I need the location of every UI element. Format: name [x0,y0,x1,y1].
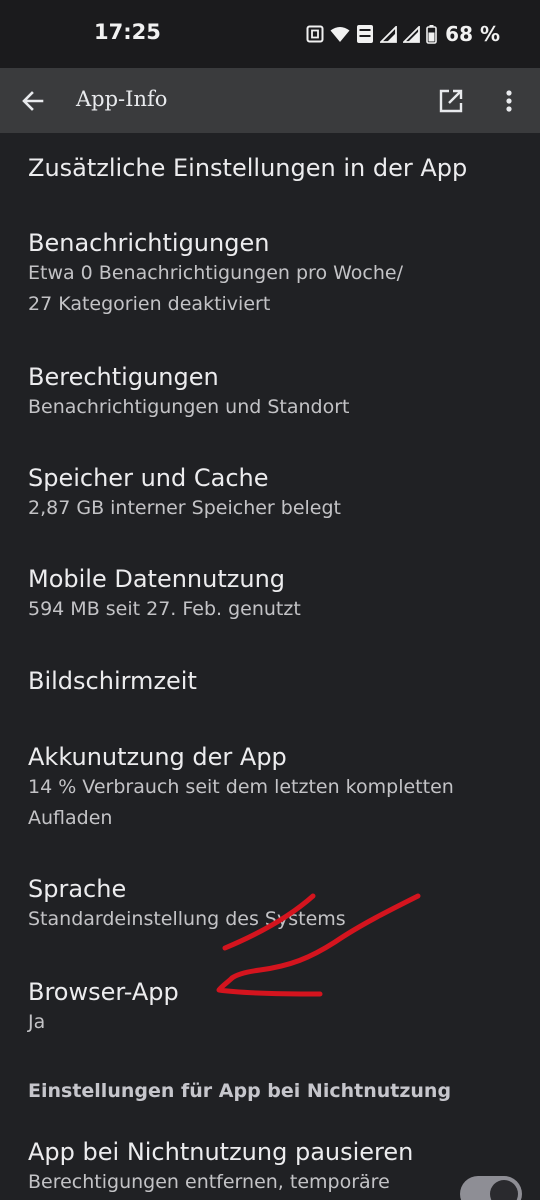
status-bar: 17:25 68 % [0,0,540,68]
back-arrow-icon [22,91,44,111]
app-bar: App-Info [0,68,540,133]
item-subtitle: Benachrichtigungen und Standort [28,396,350,418]
item-title: Bildschirmzeit [28,667,197,695]
item-title: Browser-App [28,978,179,1006]
section-header-unused-apps: Einstellungen für App bei Nichtnutzung [28,1080,452,1102]
more-vert-icon [506,90,512,112]
toggle-knob [490,1180,518,1200]
item-title: Mobile Datennutzung [28,565,286,593]
item-title: Zusätzliche Einstellungen in der App [28,154,468,182]
item-title: Berechtigungen [28,363,219,391]
nfc-icon [306,25,324,43]
item-title: Benachrichtigungen [28,229,270,257]
item-subtitle: Aufladen [28,807,113,829]
item-title: App bei Nichtnutzung pausieren [28,1138,414,1166]
item-subtitle: Ja [28,1011,46,1033]
item-subtitle: Etwa 0 Benachrichtigungen pro Woche/ [28,262,403,284]
back-button[interactable] [18,86,48,116]
signal-icon [380,25,398,43]
open-app-button[interactable] [436,86,466,116]
list-item-browser-app[interactable]: Browser-App Ja [28,977,520,1038]
volte-icon [357,25,374,43]
list-item-mobile-data[interactable]: Mobile Datennutzung 594 MB seit 27. Feb.… [28,564,520,625]
battery-percentage: 68 % [445,22,500,46]
more-options-button[interactable] [494,86,524,116]
item-subtitle: 594 MB seit 27. Feb. genutzt [28,598,301,620]
item-subtitle: Standardeinstellung des Systems [28,908,346,930]
item-title: Sprache [28,875,127,903]
wifi-icon [330,26,350,42]
page-title: App-Info [76,87,168,111]
item-subtitle: 2,87 GB interner Speicher belegt [28,497,342,519]
item-subtitle: Berechtigungen entfernen, temporäre [28,1171,390,1193]
item-subtitle: 27 Kategorien deaktiviert [28,293,271,315]
list-item-screen-time[interactable]: Bildschirmzeit [28,666,520,696]
open-external-icon [439,89,463,113]
status-time: 17:25 [94,20,161,44]
list-item-language[interactable]: Sprache Standardeinstellung des Systems [28,874,520,935]
status-icons: 68 % [306,22,500,46]
list-item-storage[interactable]: Speicher und Cache 2,87 GB interner Spei… [28,463,520,524]
signal-icon-2 [403,25,421,43]
item-title: Akkunutzung der App [28,743,287,771]
item-title: Speicher und Cache [28,464,269,492]
list-item-additional-settings[interactable]: Zusätzliche Einstellungen in der App [28,153,520,183]
list-item-permissions[interactable]: Berechtigungen Benachrichtigungen und St… [28,362,520,423]
pause-app-toggle[interactable] [460,1176,522,1200]
list-item-battery-usage[interactable]: Akkunutzung der App 14 % Verbrauch seit … [28,742,520,834]
list-item-pause-app[interactable]: App bei Nichtnutzung pausieren Berechtig… [28,1137,450,1198]
item-subtitle: 14 % Verbrauch seit dem letzten komplett… [28,776,454,798]
battery-icon [426,24,437,44]
list-item-notifications[interactable]: Benachrichtigungen Etwa 0 Benachrichtigu… [28,228,520,320]
